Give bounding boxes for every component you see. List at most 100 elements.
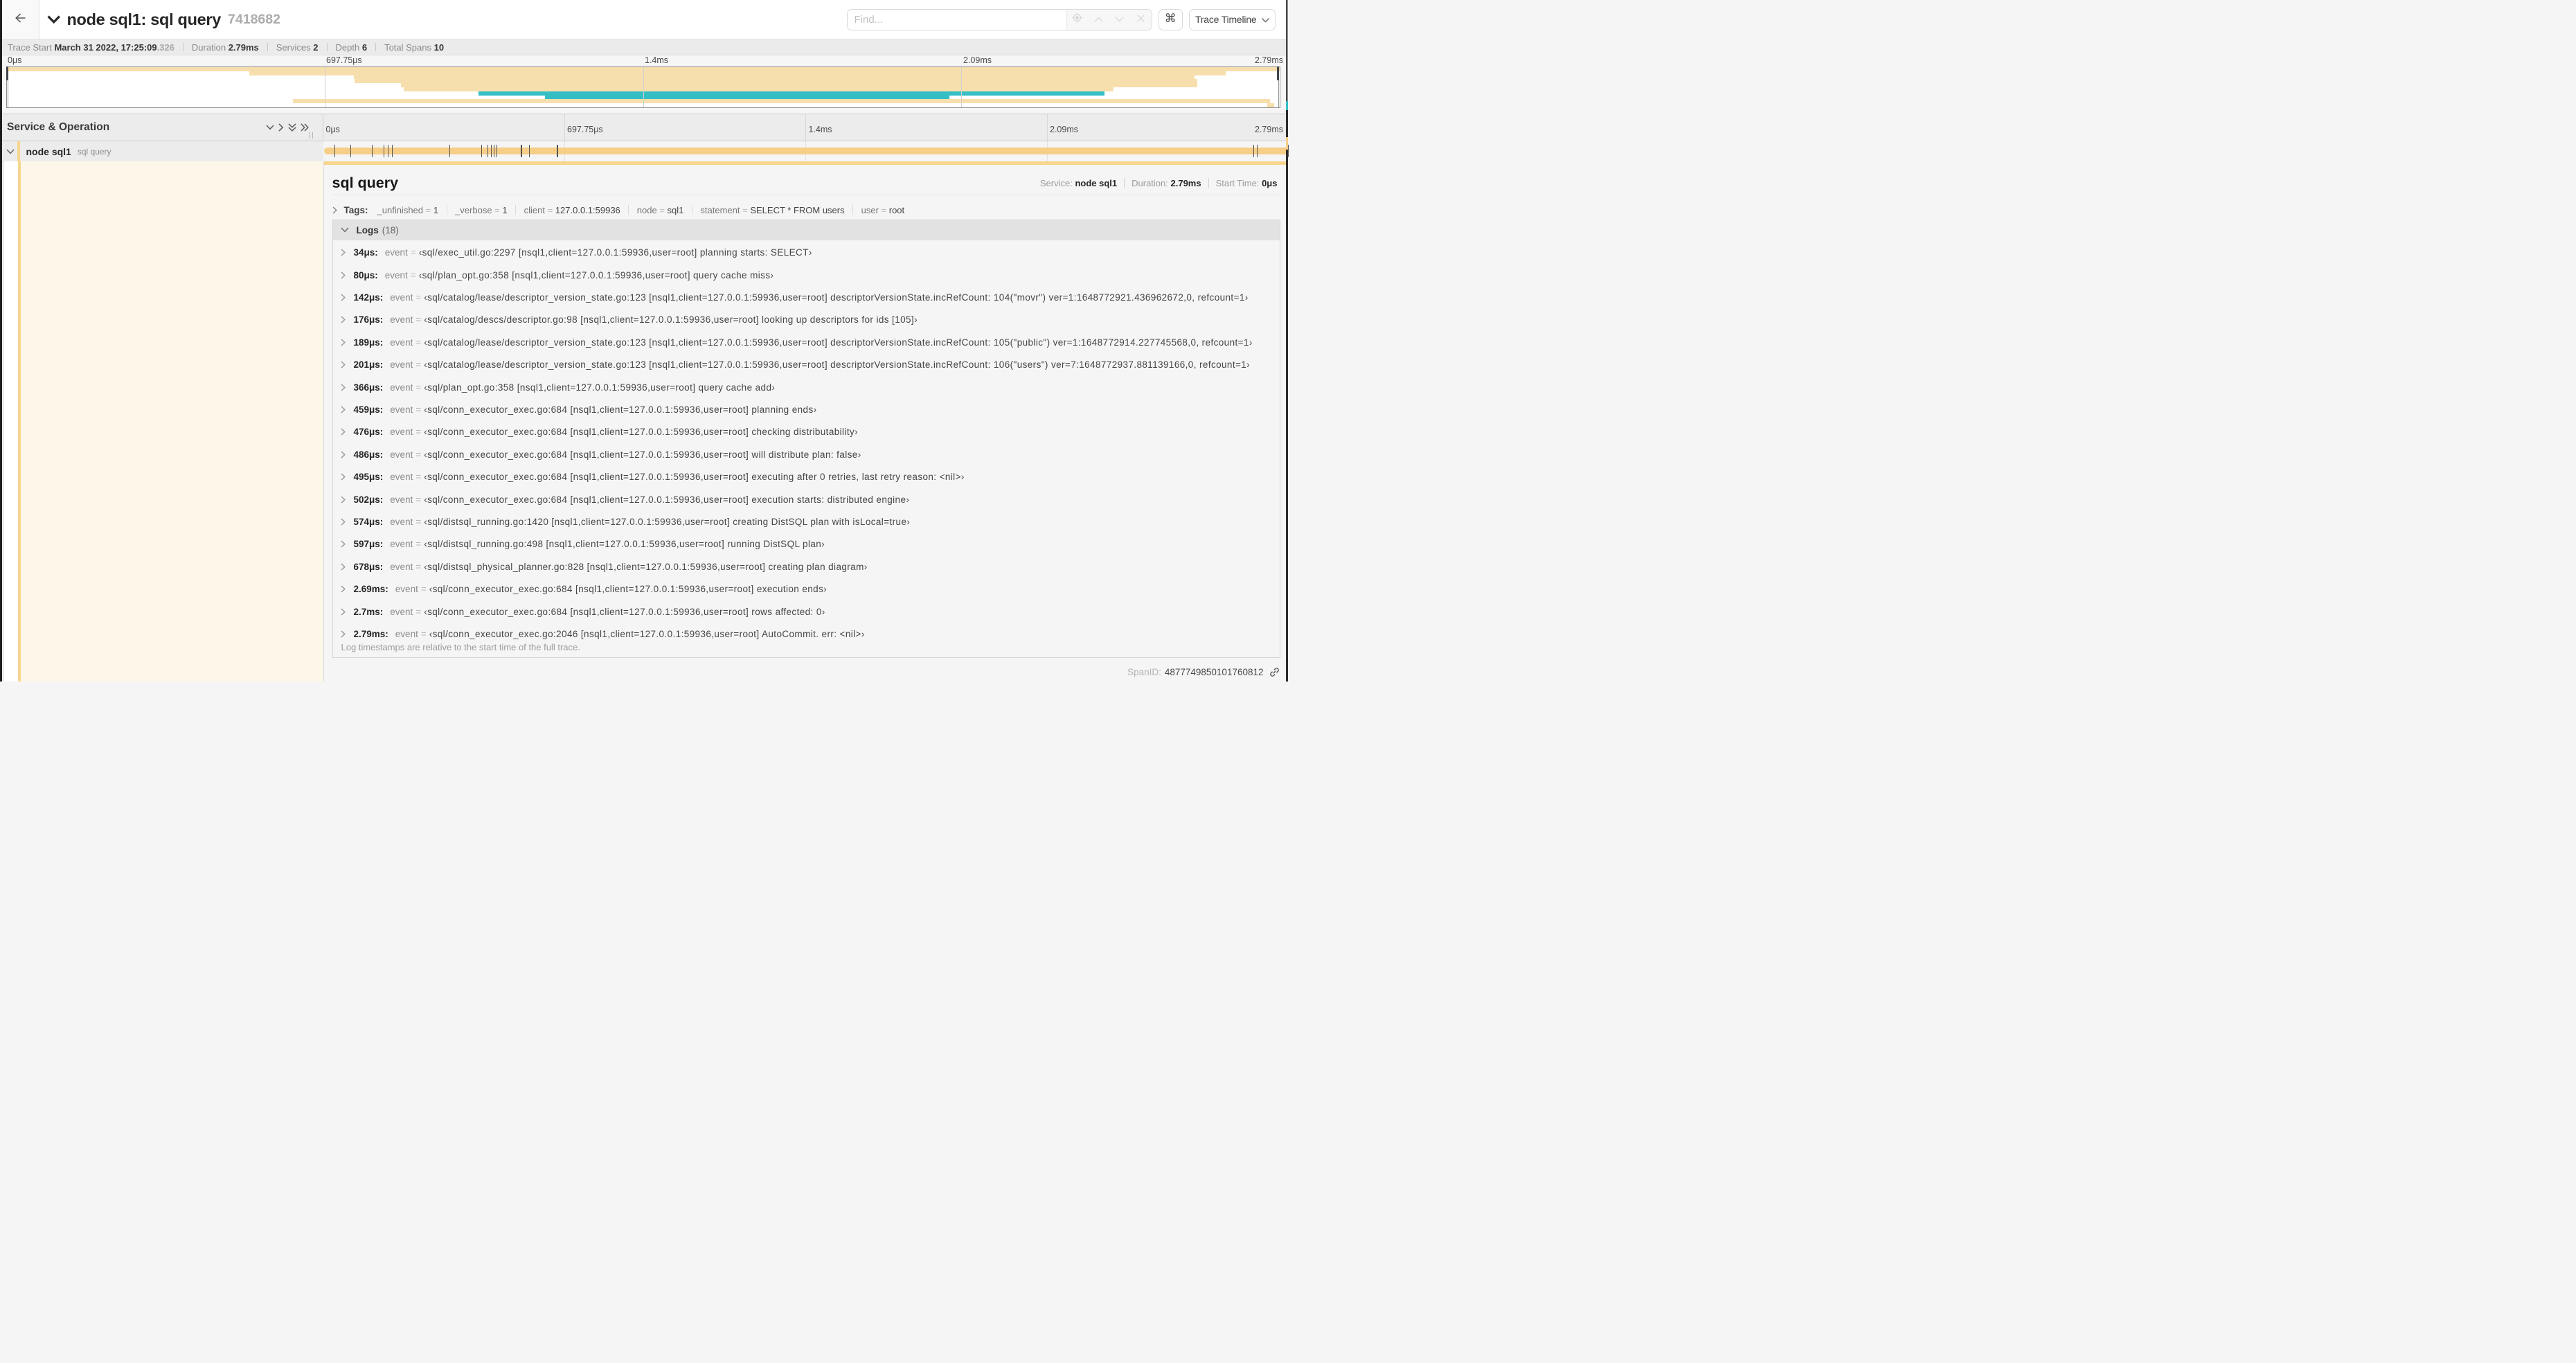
chevron-right-icon — [340, 271, 346, 279]
shortcuts-button[interactable]: ⌘ — [1158, 8, 1183, 30]
span-name-cell[interactable]: node sql1 sql query — [0, 141, 323, 161]
chevron-right-icon — [340, 451, 346, 458]
log-field-key: event — [390, 337, 413, 348]
minimap-span-bar — [1267, 103, 1274, 107]
log-entry-row[interactable]: 34μs: event = ‹sql/exec_util.go:2297 [nsql1… — [333, 242, 1280, 264]
find-input[interactable] — [847, 9, 1066, 30]
trace-view-selector-label: Trace Timeline — [1195, 14, 1257, 25]
minimap-span-bar — [249, 71, 1226, 75]
chevron-right-icon — [340, 406, 346, 413]
minimap-canvas[interactable] — [6, 66, 1280, 108]
span-row[interactable]: node sql1 sql query — [0, 141, 1289, 161]
expand-all-double-chevron-right-icon[interactable] — [300, 123, 309, 132]
log-marker-tick[interactable] — [449, 144, 450, 157]
summary-item-label: Depth — [335, 42, 360, 53]
summary-separator — [182, 43, 184, 51]
scope-icon — [1072, 12, 1082, 26]
find-next-button[interactable] — [1109, 10, 1131, 30]
log-entry-row[interactable]: 142μs: event = ‹sql/catalog/lease/descripto… — [333, 286, 1280, 308]
log-entry-row[interactable]: 459μs: event = ‹sql/conn_executor_exec.go:6… — [333, 398, 1280, 420]
meta-label: Start Time: — [1215, 177, 1260, 188]
log-entry-row[interactable]: 574μs: event = ‹sql/distsql_running.go:1420… — [333, 510, 1280, 533]
log-time: 80μs: — [353, 269, 378, 280]
ruler-tick-label: 1.4ms — [808, 125, 832, 134]
expand-one-chevron-right-icon[interactable] — [278, 123, 284, 132]
meta-separator — [1124, 178, 1125, 188]
span-detail-accent-column[interactable] — [21, 161, 323, 682]
log-value: ‹sql/plan_opt.go:358 [nsql1,client=127.0… — [424, 382, 776, 393]
minimap-span-bar — [544, 95, 949, 100]
span-duration-bar[interactable] — [324, 148, 1289, 154]
log-marker-tick[interactable] — [1253, 144, 1255, 157]
ruler-tick-label: 2.09ms — [963, 55, 992, 65]
ruler-tick-label: 697.75μs — [326, 55, 362, 65]
tag-key: _unfinished — [377, 204, 424, 215]
tag-key: statement — [700, 204, 740, 215]
tag-value: root — [888, 204, 905, 215]
tag-item: _verbose = 1 — [455, 205, 508, 215]
summary-item-value: 10 — [433, 42, 445, 53]
summary-item: Depth 6 — [336, 42, 368, 53]
log-marker-tick[interactable] — [528, 144, 530, 157]
log-entry-row[interactable]: 502μs: event = ‹sql/conn_executor_exec.go:6… — [333, 488, 1280, 510]
window-left-edge — [0, 0, 2, 682]
log-marker-tick[interactable] — [350, 144, 351, 157]
log-equals: = — [415, 561, 422, 572]
log-entry-row[interactable]: 80μs: event = ‹sql/plan_opt.go:358 [nsql1,c… — [333, 264, 1280, 286]
logs-header[interactable]: Logs (18) — [332, 220, 1280, 240]
column-resize-grip[interactable] — [310, 132, 313, 139]
tag-delimiter: = — [740, 204, 751, 215]
minimap-span-bar — [293, 99, 1270, 104]
chevron-right-icon — [340, 563, 346, 571]
meta-value: 0μs — [1262, 177, 1278, 188]
log-entry-row[interactable]: 176μs: event = ‹sql/catalog/descs/descripto… — [333, 309, 1280, 331]
span-collapse-chevron-down-icon[interactable] — [6, 148, 15, 154]
collapse-all-double-chevron-down-icon[interactable] — [287, 123, 296, 132]
log-field-key: event — [390, 539, 413, 550]
chevron-right-icon — [340, 585, 346, 593]
log-marker-tick[interactable] — [1256, 144, 1258, 157]
log-entry-row[interactable]: 476μs: event = ‹sql/conn_executor_exec.go:6… — [333, 421, 1280, 443]
log-entry-row[interactable]: 189μs: event = ‹sql/catalog/lease/descripto… — [333, 331, 1280, 353]
tag-separator — [628, 205, 629, 215]
log-entry-row[interactable]: 2.7ms: event = ‹sql/conn_executor_exec.go:6… — [333, 600, 1280, 623]
minimap-right-scrubber[interactable] — [1277, 66, 1280, 107]
span-timeline-cell[interactable] — [323, 141, 1289, 161]
find-prev-button[interactable] — [1088, 10, 1109, 30]
collapse-one-chevron-down-icon[interactable] — [266, 125, 274, 130]
tags-accordian[interactable]: Tags: _unfinished = 1 _verbose = 1 client … — [332, 202, 905, 217]
summary-separator — [375, 43, 377, 51]
find-scope-button[interactable] — [1067, 10, 1089, 30]
page-title: node sql1: sql query — [66, 10, 222, 28]
summary-item: Duration 2.79ms — [192, 42, 259, 53]
log-equals: = — [415, 404, 422, 415]
log-entry-row[interactable]: 495μs: event = ‹sql/conn_executor_exec.go:6… — [333, 466, 1280, 488]
trace-page-header: node sql1: sql query 7418682 Find... ⌘ T… — [0, 0, 1288, 39]
title-collapse-chevron-down-icon[interactable] — [47, 15, 61, 24]
log-entry-row[interactable]: 678μs: event = ‹sql/distsql_physical_planne… — [333, 555, 1280, 578]
ruler-tick-label: 2.79ms — [1255, 125, 1283, 134]
find-clear-button[interactable] — [1130, 10, 1152, 30]
back-button[interactable] — [2, 0, 39, 39]
link-icon[interactable] — [1269, 667, 1280, 677]
log-marker-tick[interactable] — [392, 144, 393, 157]
log-equals: = — [415, 449, 422, 460]
log-entry-row[interactable]: 366μs: event = ‹sql/plan_opt.go:358 [nsql1,… — [333, 376, 1280, 398]
log-entry-row[interactable]: 2.69ms: event = ‹sql/conn_executor_exec.go:… — [333, 578, 1280, 600]
meta-item: Duration: 2.79ms — [1132, 178, 1201, 188]
ruler-gridline — [805, 114, 806, 141]
log-entry-row[interactable]: 486μs: event = ‹sql/conn_executor_exec.go:6… — [333, 443, 1280, 465]
tag-delimiter: = — [423, 204, 433, 215]
log-value: ‹sql/plan_opt.go:358 [nsql1,client=127.0… — [418, 269, 774, 280]
log-marker-tick[interactable] — [371, 144, 373, 157]
log-marker-tick[interactable] — [481, 144, 483, 157]
log-time: 34μs: — [353, 247, 378, 258]
trace-view-selector-button[interactable]: Trace Timeline — [1189, 8, 1276, 30]
log-field-key: event — [390, 472, 413, 483]
log-entry-row[interactable]: 597μs: event = ‹sql/distsql_running.go:498 … — [333, 533, 1280, 555]
log-marker-tick[interactable] — [490, 144, 492, 157]
log-entry-row[interactable]: 201μs: event = ‹sql/catalog/lease/descripto… — [333, 354, 1280, 376]
chevron-right-icon — [340, 428, 346, 436]
trace-summary-bar: Trace Start March 31 2022, 17:25:09.326 D… — [0, 39, 1288, 55]
log-marker-tick[interactable] — [334, 144, 335, 157]
